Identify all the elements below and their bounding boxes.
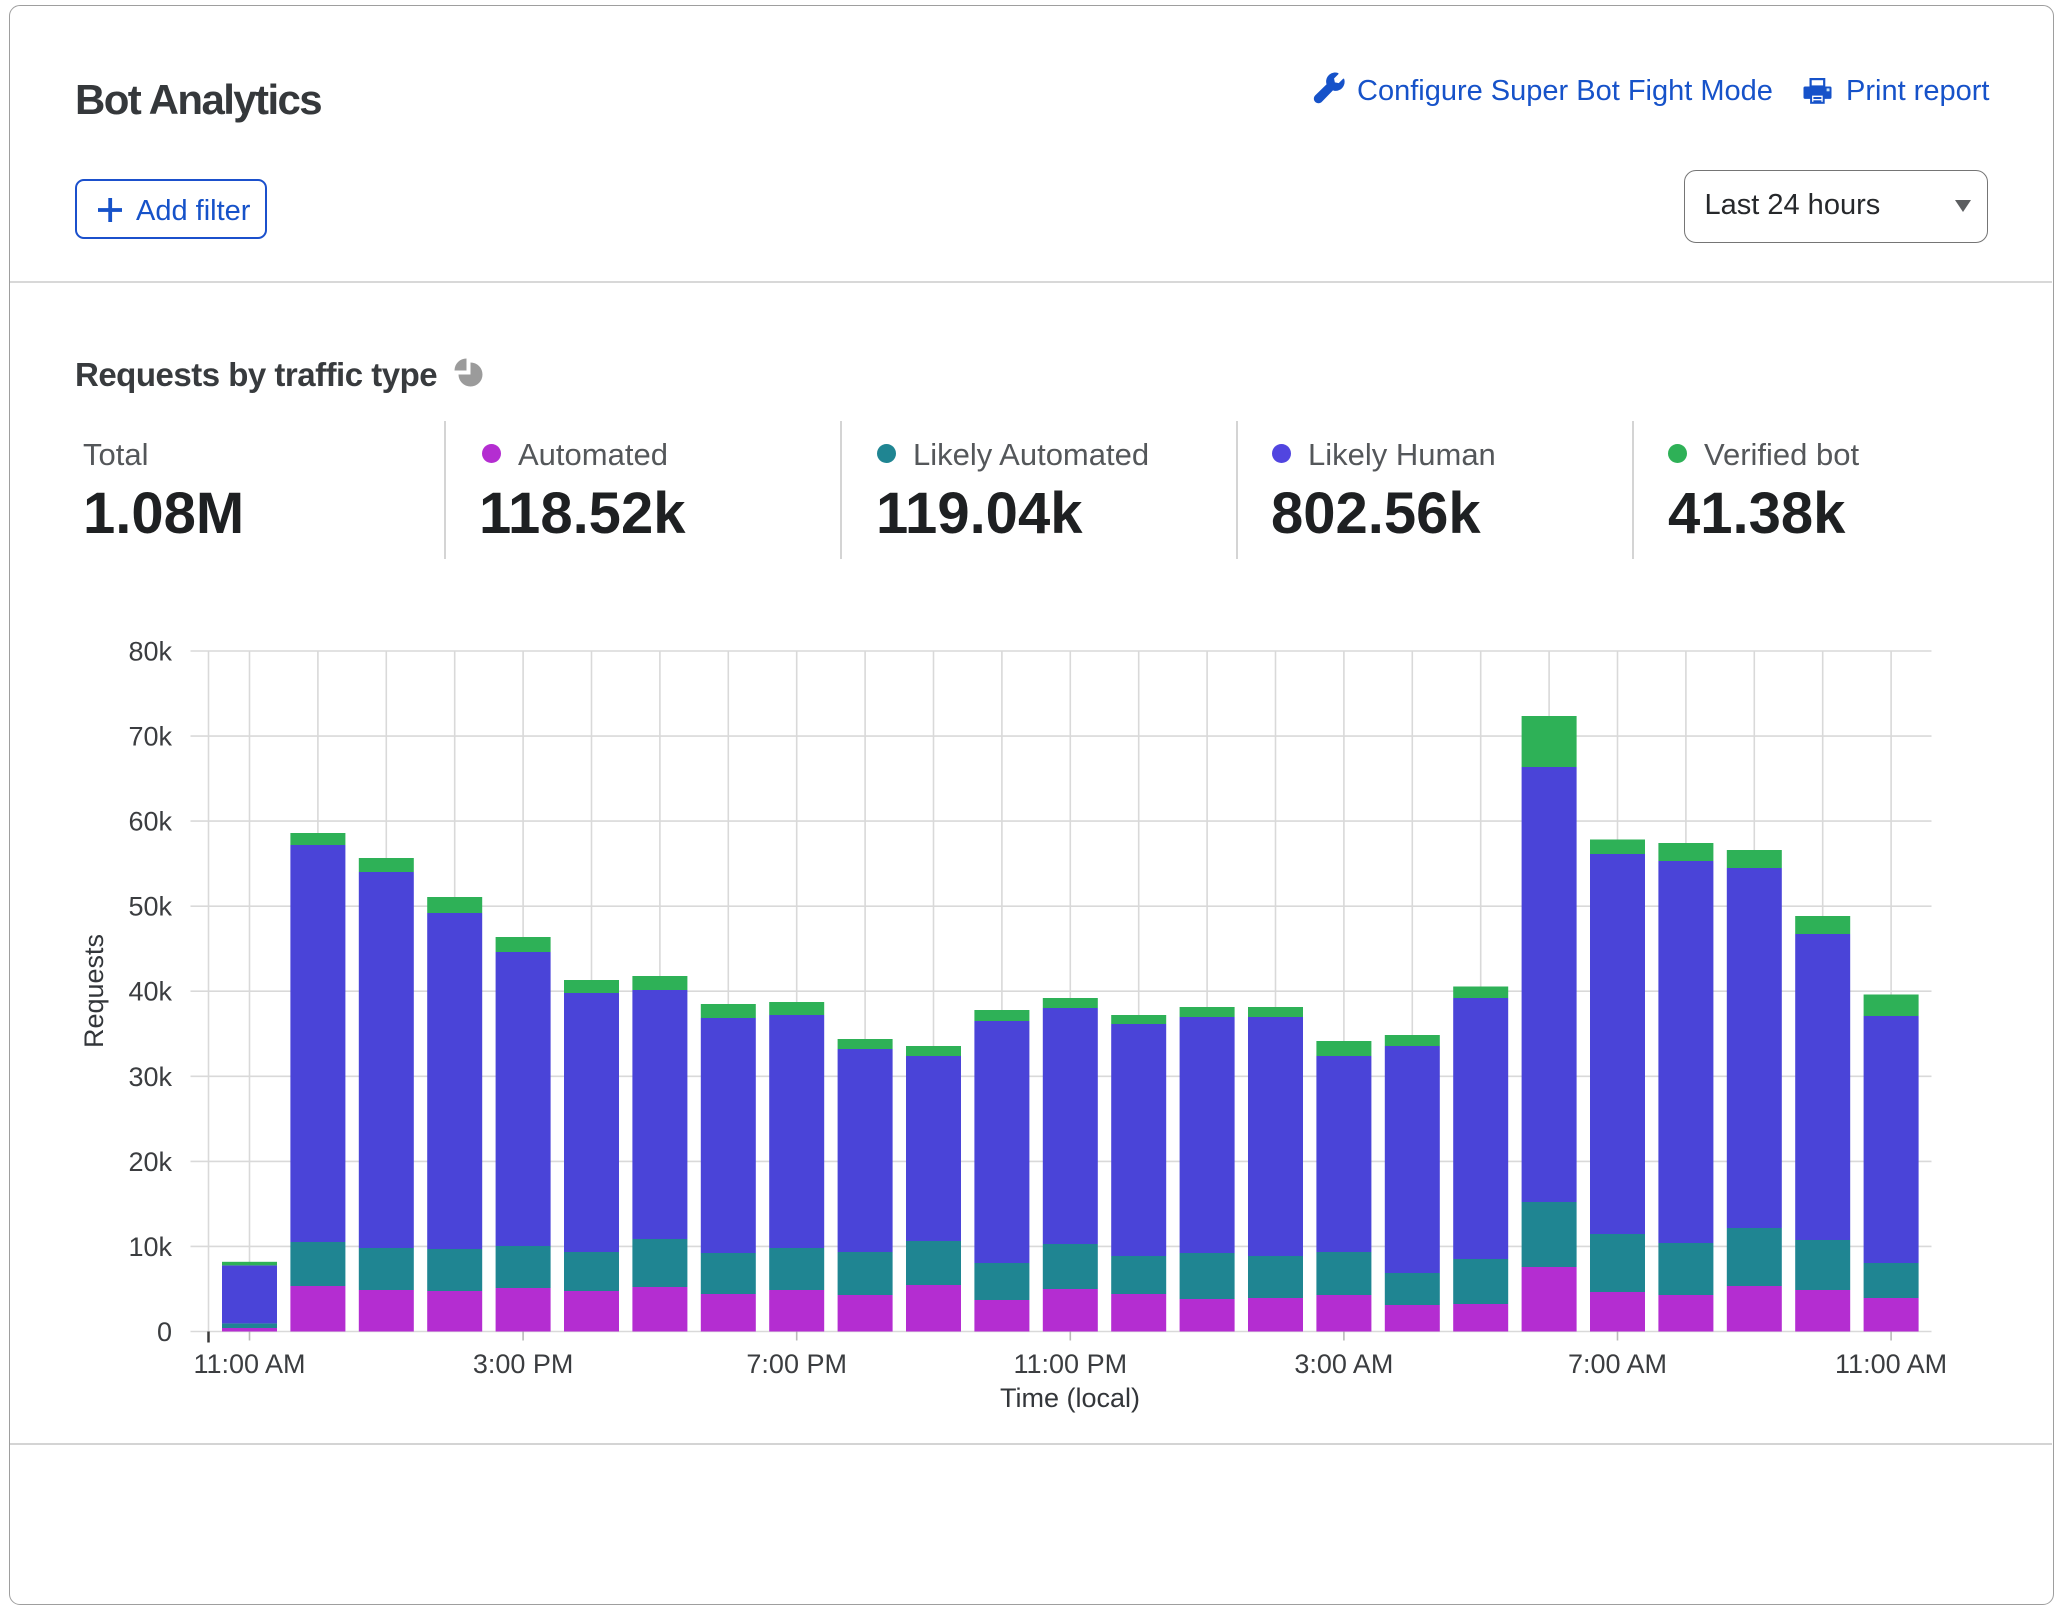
svg-text:30k: 30k bbox=[128, 1062, 172, 1092]
svg-text:0: 0 bbox=[157, 1317, 172, 1347]
svg-text:50k: 50k bbox=[128, 892, 172, 922]
svg-text:7:00 PM: 7:00 PM bbox=[746, 1349, 847, 1379]
svg-text:60k: 60k bbox=[128, 807, 172, 837]
svg-text:11:00 PM: 11:00 PM bbox=[1014, 1349, 1128, 1379]
svg-text:7:00 AM: 7:00 AM bbox=[1568, 1349, 1667, 1379]
svg-text:70k: 70k bbox=[128, 722, 172, 752]
svg-text:40k: 40k bbox=[128, 977, 172, 1007]
svg-text:10k: 10k bbox=[128, 1232, 172, 1262]
svg-text:3:00 AM: 3:00 AM bbox=[1294, 1349, 1393, 1379]
svg-text:11:00 AM: 11:00 AM bbox=[193, 1349, 305, 1379]
svg-text:Time (local): Time (local) bbox=[1000, 1383, 1140, 1413]
svg-text:80k: 80k bbox=[128, 637, 172, 667]
svg-text:Requests: Requests bbox=[79, 934, 109, 1048]
svg-text:3:00 PM: 3:00 PM bbox=[473, 1349, 574, 1379]
svg-text:20k: 20k bbox=[128, 1147, 172, 1177]
svg-text:11:00 AM: 11:00 AM bbox=[1835, 1349, 1947, 1379]
